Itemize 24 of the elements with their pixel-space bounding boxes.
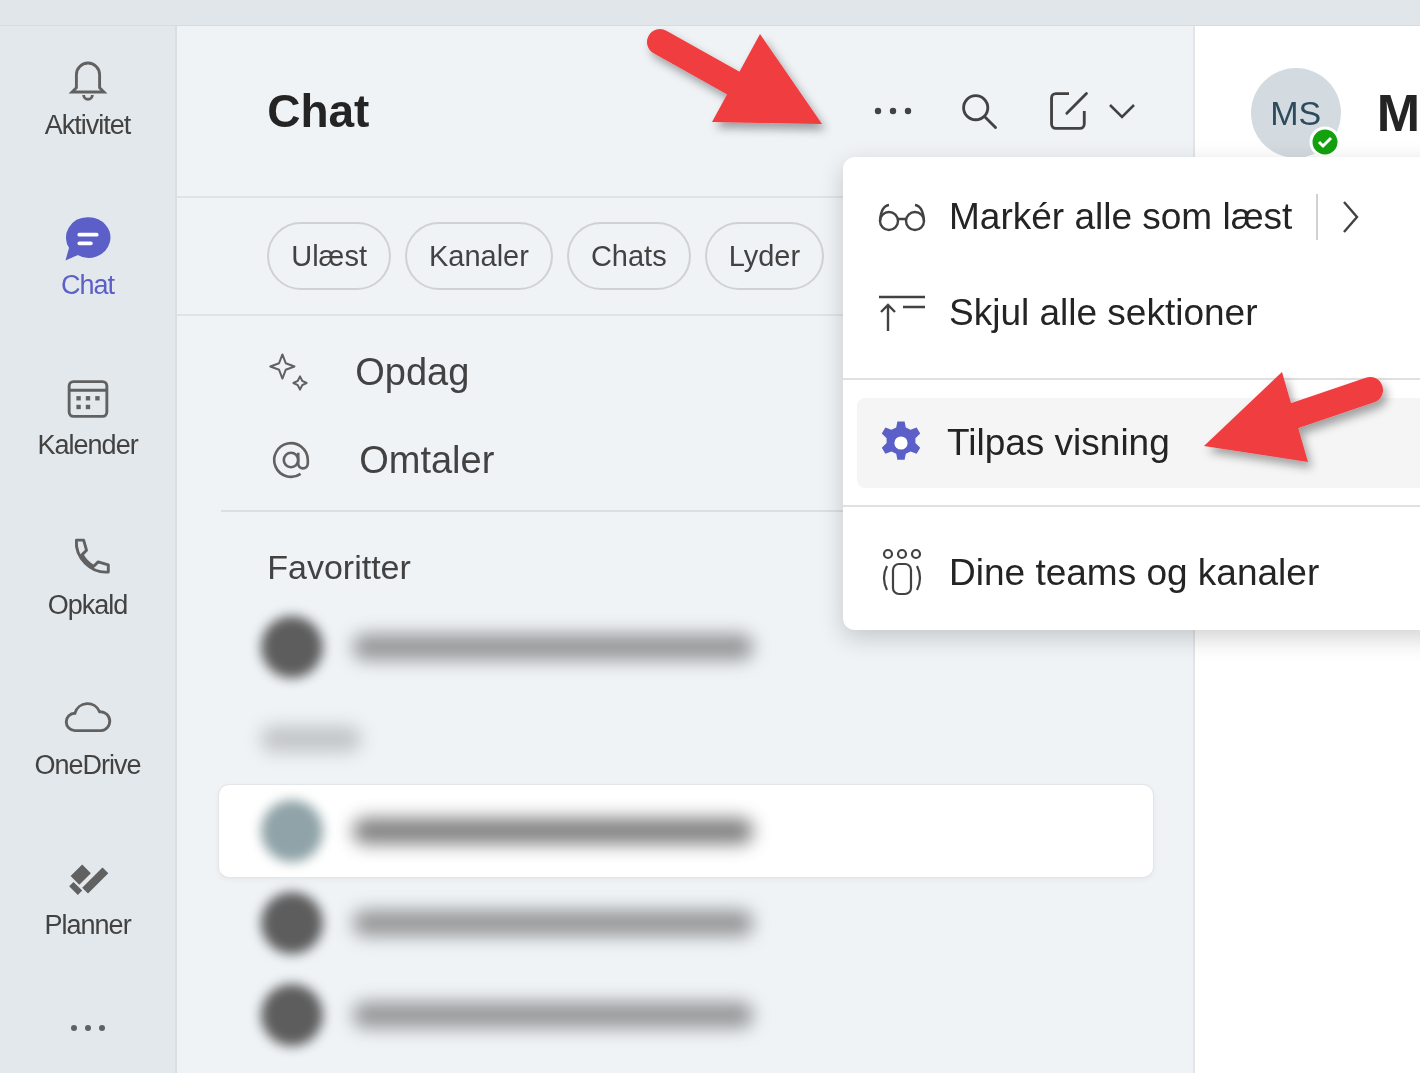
chevron-down-icon[interactable] — [1106, 102, 1137, 120]
conversation-title: M — [1376, 83, 1420, 144]
chevron-right-icon[interactable] — [1340, 199, 1361, 235]
blurred-chat-row[interactable] — [219, 785, 1153, 877]
filter-chip[interactable]: Lyder — [704, 222, 825, 290]
rail-item[interactable]: Chat — [7, 210, 168, 370]
rail-item[interactable]: Aktivitet — [7, 50, 168, 210]
collapse-icon — [877, 293, 927, 333]
menu-item[interactable]: Skjul alle sektioner — [843, 265, 1420, 361]
menu-item[interactable]: Dine teams og kanaler — [843, 525, 1420, 621]
filter-chip[interactable]: Kanaler — [404, 222, 553, 290]
rail-item[interactable]: Planner — [7, 850, 168, 1010]
glasses-icon — [877, 202, 927, 232]
nav-item[interactable]: Omtaler — [359, 438, 495, 482]
rail-item[interactable]: Opkald — [7, 530, 168, 690]
menu-item[interactable]: Markér alle som læst — [843, 169, 1420, 265]
rail-item[interactable]: Kalender — [7, 370, 168, 530]
nav-item[interactable]: Opdag — [355, 350, 470, 394]
panel-title: Chat — [267, 84, 370, 138]
more-icon[interactable] — [872, 107, 913, 115]
filter-chip[interactable]: Chats — [566, 222, 691, 290]
rail-item[interactable]: OneDrive — [7, 690, 168, 850]
avatar[interactable]: MS — [1250, 68, 1341, 158]
filter-chip[interactable]: Ulæst — [267, 222, 391, 290]
